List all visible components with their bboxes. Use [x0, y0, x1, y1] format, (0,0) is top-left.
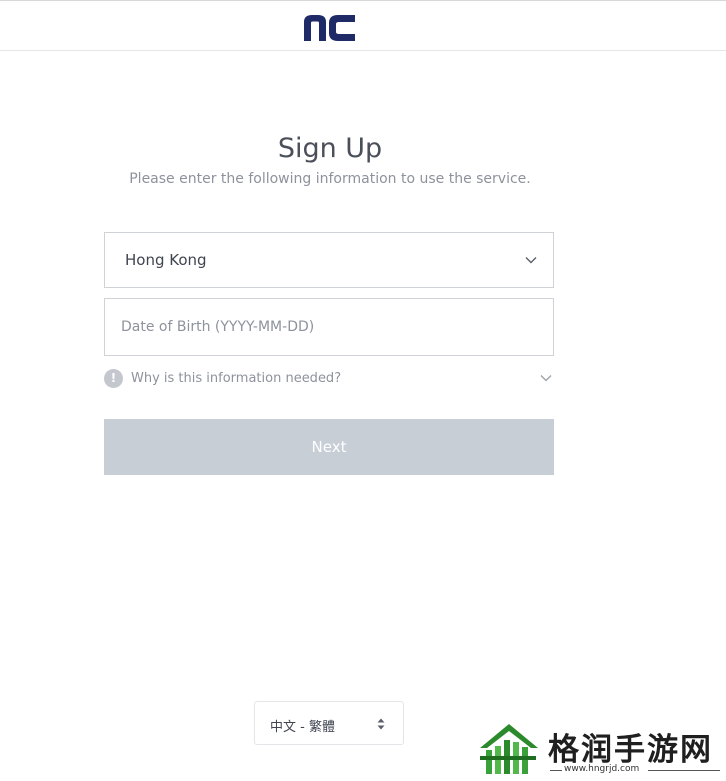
chevron-down-icon: [540, 375, 552, 382]
country-select-value: Hong Kong: [125, 251, 207, 269]
watermark-text: 格润手游网: [548, 732, 713, 768]
exclamation-icon: !: [104, 369, 123, 388]
watermark: 格润手游网 www.hngrjd.com: [478, 716, 724, 778]
house-logo-icon: [480, 724, 538, 774]
dob-input[interactable]: [121, 299, 531, 355]
sort-updown-icon: [377, 718, 385, 730]
info-toggle-label: Why is this information needed?: [131, 371, 342, 386]
language-select[interactable]: 中文 - 繁體: [254, 701, 404, 745]
chevron-down-icon: [525, 257, 537, 264]
watermark-divider: [648, 770, 720, 771]
page-subtitle: Please enter the following information t…: [129, 171, 531, 187]
next-button[interactable]: Next: [104, 419, 554, 475]
header: [0, 0, 726, 51]
page-title: Sign Up: [277, 133, 383, 165]
watermark-divider: [550, 770, 562, 771]
country-select[interactable]: Hong Kong: [104, 232, 554, 288]
language-select-value: 中文 - 繁體: [270, 720, 335, 735]
nc-logo-icon[interactable]: [304, 14, 355, 41]
info-toggle[interactable]: ! Why is this information needed?: [104, 368, 554, 390]
watermark-url: www.hngrjd.com: [564, 764, 640, 774]
dob-field[interactable]: [104, 298, 554, 356]
